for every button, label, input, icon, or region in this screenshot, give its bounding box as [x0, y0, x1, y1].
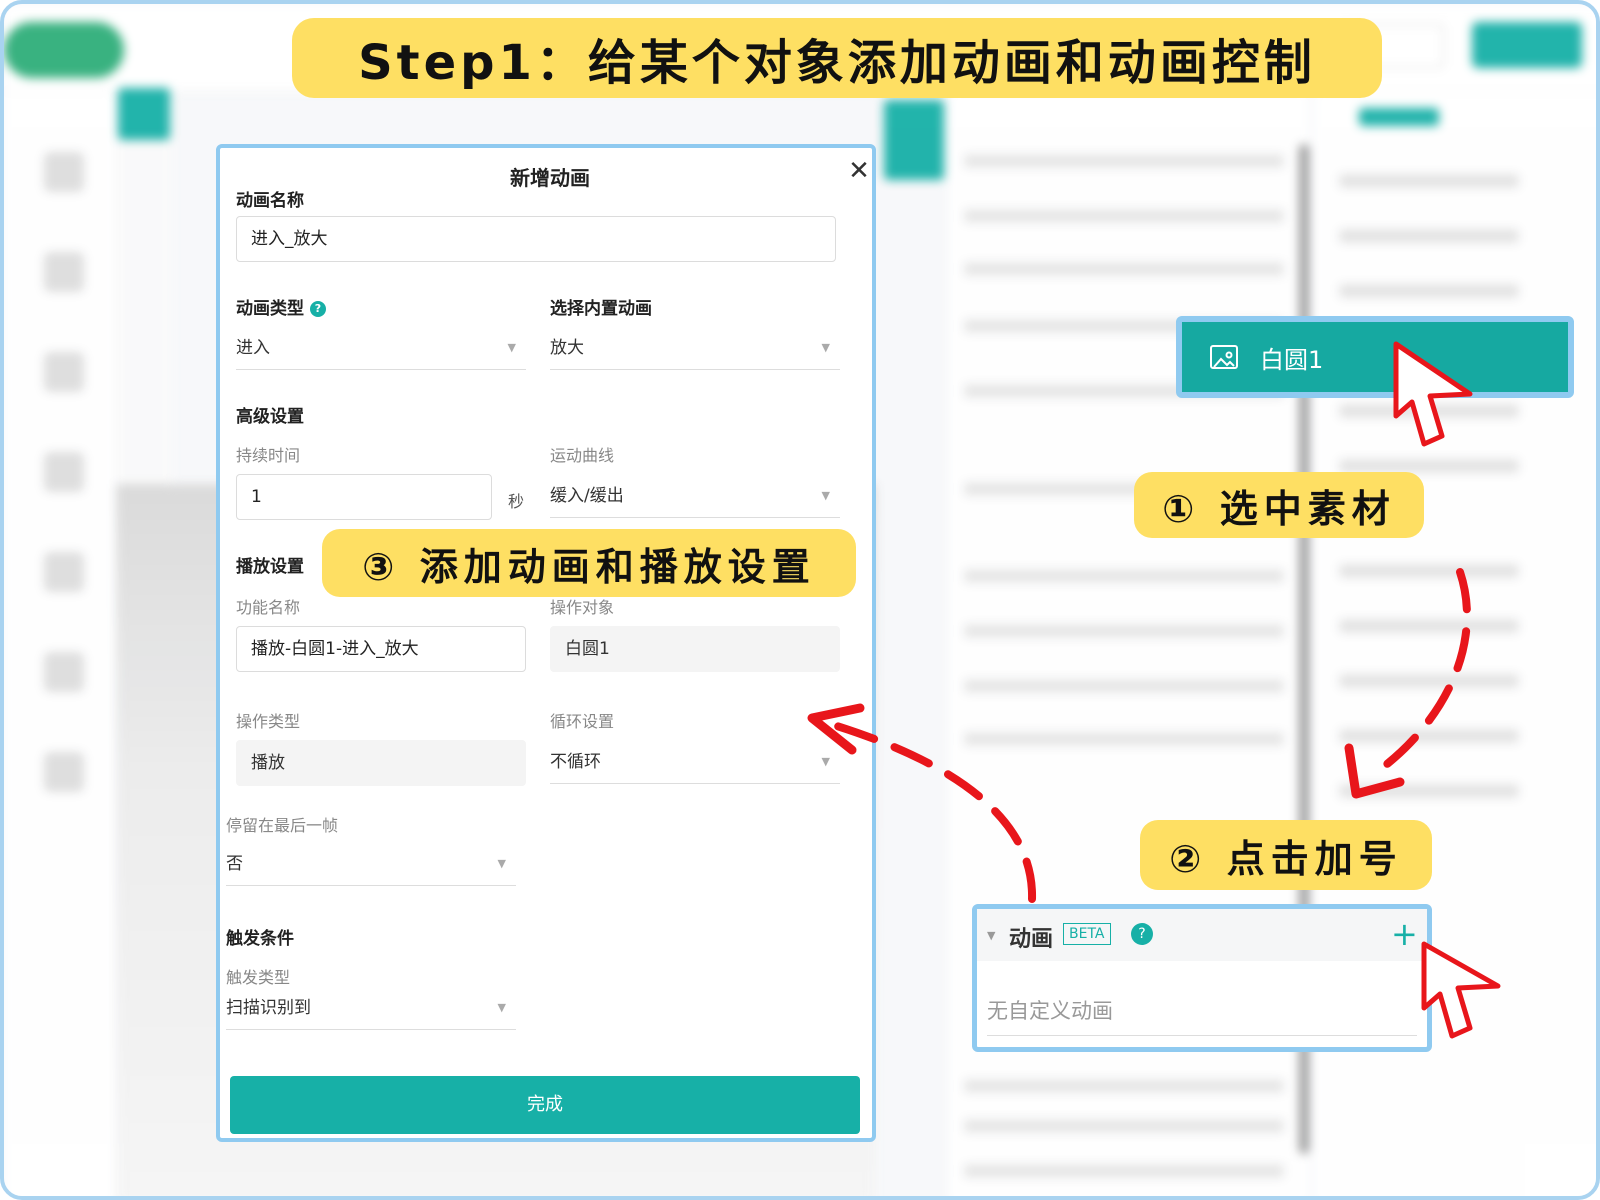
- panel-row: [964, 1164, 1284, 1178]
- active-tool[interactable]: [118, 88, 170, 140]
- tree-row[interactable]: [1339, 229, 1519, 243]
- target-label: 操作对象: [550, 598, 615, 617]
- chevron-down-icon: ▼: [497, 857, 506, 870]
- tree-row[interactable]: [1339, 459, 1519, 473]
- tree-row[interactable]: [1339, 404, 1519, 418]
- tree-row[interactable]: [1339, 619, 1519, 633]
- chevron-down-icon: ▼: [821, 341, 830, 354]
- stay-last-frame-select[interactable]: 否 ▼: [226, 842, 516, 886]
- duration-label: 持续时间: [236, 446, 301, 465]
- beta-badge: BETA: [1063, 923, 1111, 945]
- panel-row: [964, 1079, 1284, 1093]
- step-banner: Step1：给某个对象添加动画和动画控制: [292, 18, 1382, 98]
- dialog-title: 新增动画: [510, 166, 590, 190]
- panel-row: [964, 624, 1284, 638]
- screenshot-frame: Step1：给某个对象添加动画和动画控制 新增动画 ✕ 动画名称 进入_放大 动…: [0, 0, 1600, 1200]
- tree-row[interactable]: [1339, 784, 1519, 798]
- chevron-down-icon: ▼: [507, 341, 516, 354]
- image-icon: [1210, 345, 1238, 369]
- nav-item[interactable]: [44, 152, 84, 192]
- trigger-type-label: 触发类型: [226, 968, 291, 987]
- close-icon[interactable]: ✕: [846, 158, 872, 184]
- animation-panel-title: 动画: [1009, 927, 1054, 952]
- loop-select[interactable]: 不循环 ▼: [550, 740, 840, 784]
- collapse-caret-icon[interactable]: ▼: [987, 929, 995, 942]
- play-settings-heading: 播放设置: [236, 557, 304, 577]
- builtin-animation-select[interactable]: 放大 ▼: [550, 326, 840, 370]
- duration-unit: 秒: [508, 492, 525, 511]
- nav-item[interactable]: [44, 252, 84, 292]
- animation-type-select[interactable]: 进入 ▼: [236, 326, 526, 370]
- property-tab[interactable]: [884, 100, 944, 180]
- divider: [987, 1035, 1417, 1036]
- tree-row[interactable]: [1339, 174, 1519, 188]
- step1-callout: ① 选中素材: [1134, 472, 1424, 538]
- step2-callout: ② 点击加号: [1140, 820, 1432, 890]
- panel-row: [964, 209, 1284, 223]
- chevron-down-icon: ▼: [497, 1001, 506, 1014]
- function-name-label: 功能名称: [236, 598, 301, 617]
- type-label: 动画类型?: [236, 294, 326, 319]
- nav-item[interactable]: [44, 752, 84, 792]
- panel-row: [964, 569, 1284, 583]
- builtin-label: 选择内置动画: [550, 299, 652, 319]
- chevron-down-icon: ▼: [821, 755, 830, 768]
- tree-row[interactable]: [1339, 729, 1519, 743]
- chevron-down-icon: ▼: [821, 489, 830, 502]
- easing-curve-select[interactable]: 缓入/缓出 ▼: [550, 474, 840, 518]
- tree-row[interactable]: [1339, 564, 1519, 578]
- loop-label: 循环设置: [550, 712, 615, 731]
- curve-label: 运动曲线: [550, 446, 615, 465]
- trigger-type-select[interactable]: 扫描识别到 ▼: [226, 986, 516, 1030]
- nav-item[interactable]: [44, 552, 84, 592]
- nav-item[interactable]: [44, 452, 84, 492]
- help-icon[interactable]: ?: [310, 301, 326, 317]
- operation-type-field: 播放: [236, 740, 526, 786]
- nav-item[interactable]: [44, 352, 84, 392]
- app-logo: [4, 22, 124, 78]
- top-button-primary[interactable]: [1472, 22, 1582, 68]
- step3-callout: ③ 添加动画和播放设置: [322, 529, 856, 597]
- animation-panel: ▼ 动画 BETA ? + 无自定义动画: [972, 904, 1432, 1052]
- add-animation-button[interactable]: +: [1391, 915, 1418, 953]
- tree-row[interactable]: [1339, 284, 1519, 298]
- no-animation-text: 无自定义动画: [987, 999, 1113, 1023]
- duration-input[interactable]: 1: [236, 474, 492, 520]
- trigger-heading: 触发条件: [226, 929, 294, 949]
- panel-row: [964, 679, 1284, 693]
- name-label: 动画名称: [236, 191, 304, 211]
- panel-row: [964, 1119, 1284, 1133]
- nav-item[interactable]: [44, 652, 84, 692]
- advanced-heading: 高级设置: [236, 407, 304, 427]
- selected-asset-row[interactable]: 白圆1: [1176, 316, 1574, 398]
- tree-row[interactable]: [1339, 674, 1519, 688]
- op-type-label: 操作类型: [236, 712, 301, 731]
- animation-name-input[interactable]: 进入_放大: [236, 216, 836, 262]
- tab-scene-structure[interactable]: [1359, 108, 1439, 126]
- finish-button[interactable]: 完成: [230, 1076, 860, 1134]
- left-nav: [4, 92, 114, 1196]
- asset-label: 白圆1: [1260, 345, 1324, 374]
- stay-last-frame-label: 停留在最后一帧: [226, 816, 339, 835]
- panel-row: [964, 262, 1284, 276]
- animation-panel-header: ▼ 动画 BETA ? +: [977, 909, 1427, 961]
- help-icon[interactable]: ?: [1131, 923, 1153, 945]
- new-animation-dialog: 新增动画 ✕ 动画名称 进入_放大 动画类型? 进入 ▼ 选择内置动画 放大 ▼ 高…: [216, 144, 876, 1142]
- function-name-input[interactable]: 播放-白圆1-进入_放大: [236, 626, 526, 672]
- panel-row: [964, 154, 1284, 168]
- target-object-field: 白圆1: [550, 626, 840, 672]
- panel-row: [964, 732, 1284, 746]
